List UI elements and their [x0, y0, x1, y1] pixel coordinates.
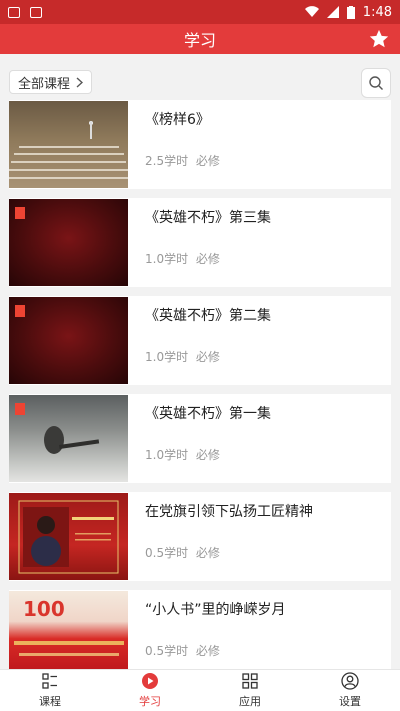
course-meta: 1.0学时 必修 [145, 446, 220, 463]
course-thumbnail [9, 395, 128, 482]
wifi-icon [304, 6, 319, 18]
course-filter-label: 全部课程 [18, 76, 71, 92]
course-item[interactable]: 在党旗引领下弘扬工匠精神 0.5学时 必修 [9, 492, 391, 581]
filter-row: 全部课程 [0, 54, 400, 100]
course-thumbnail [9, 493, 128, 580]
course-title: 《英雄不朽》第一集 [145, 406, 271, 422]
tab-apps[interactable]: 应用 [200, 670, 300, 711]
search-button[interactable] [361, 68, 391, 98]
course-filter-button[interactable]: 全部课程 [9, 70, 93, 94]
course-hours: 1.0学时 [145, 350, 189, 364]
course-hours: 2.5学时 [145, 154, 189, 168]
app-bar: 学习 [0, 24, 400, 54]
course-hours: 0.5学时 [145, 546, 189, 560]
grid-icon [242, 673, 258, 689]
tab-study[interactable]: 学习 [100, 670, 200, 711]
status-bar: 1:48 [0, 0, 400, 24]
battery-icon [346, 5, 355, 19]
course-hours: 1.0学时 [145, 448, 189, 462]
course-list: 《榜样6》 2.5学时 必修 《英雄不朽》第三集 1.0学时 必修 《英雄不朽》… [9, 100, 391, 688]
course-title: “小人书”里的峥嵘岁月 [145, 602, 286, 618]
play-icon [142, 673, 158, 689]
course-thumbnail [9, 101, 128, 188]
image-icon [8, 6, 20, 18]
course-type: 必修 [195, 644, 220, 658]
course-type: 必修 [195, 252, 220, 266]
course-meta: 0.5学时 必修 [145, 642, 220, 659]
qr-icon [30, 6, 42, 18]
course-meta: 2.5学时 必修 [145, 152, 220, 169]
course-item[interactable]: 《英雄不朽》第二集 1.0学时 必修 [9, 296, 391, 385]
tab-courses-label: 课程 [39, 695, 61, 708]
course-hours: 1.0学时 [145, 252, 189, 266]
course-item[interactable]: 《英雄不朽》第三集 1.0学时 必修 [9, 198, 391, 287]
tab-courses[interactable]: 课程 [0, 670, 100, 711]
svg-text:100: 100 [23, 597, 65, 621]
course-meta: 0.5学时 必修 [145, 544, 220, 561]
course-item[interactable]: 100 “小人书”里的峥嵘岁月 0.5学时 必修 [9, 590, 391, 679]
course-type: 必修 [195, 154, 220, 168]
course-type: 必修 [195, 448, 220, 462]
course-item[interactable]: 《榜样6》 2.5学时 必修 [9, 100, 391, 189]
signal-icon [326, 6, 339, 18]
tab-settings[interactable]: 设置 [300, 670, 400, 711]
tab-study-label: 学习 [139, 695, 161, 708]
chevron-right-icon [76, 76, 84, 88]
channel-logo [15, 207, 25, 219]
tab-apps-label: 应用 [239, 695, 261, 708]
course-type: 必修 [195, 350, 220, 364]
page-title: 学习 [183, 31, 216, 50]
course-type: 必修 [195, 546, 220, 560]
course-thumbnail: 100 [9, 591, 128, 678]
course-title: 《英雄不朽》第三集 [145, 210, 271, 226]
list-icon [42, 673, 57, 689]
course-thumbnail [9, 297, 128, 384]
course-thumbnail [9, 199, 128, 286]
status-time: 1:48 [362, 4, 392, 20]
star-icon[interactable] [368, 28, 390, 50]
course-title: 《榜样6》 [145, 112, 210, 128]
tab-settings-label: 设置 [339, 695, 361, 708]
bottom-tab-bar: 课程 学习 应用 设置 [0, 669, 400, 711]
user-icon [341, 672, 359, 690]
channel-logo [15, 305, 25, 317]
search-icon [369, 76, 383, 90]
course-meta: 1.0学时 必修 [145, 348, 220, 365]
course-item[interactable]: 《英雄不朽》第一集 1.0学时 必修 [9, 394, 391, 483]
course-title: 《英雄不朽》第二集 [145, 308, 271, 324]
course-title: 在党旗引领下弘扬工匠精神 [145, 504, 313, 520]
channel-logo [15, 403, 25, 415]
course-hours: 0.5学时 [145, 644, 189, 658]
course-meta: 1.0学时 必修 [145, 250, 220, 267]
